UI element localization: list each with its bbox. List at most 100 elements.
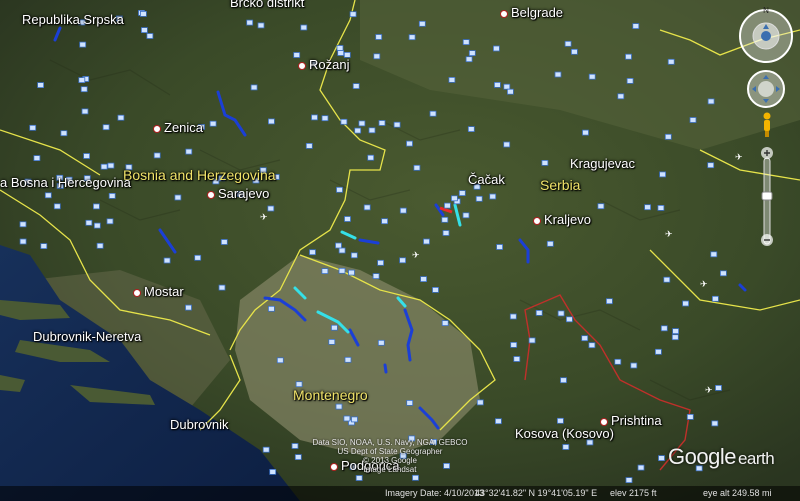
map-marker-icon[interactable] xyxy=(420,276,428,283)
map-marker-icon[interactable] xyxy=(338,247,346,254)
map-marker-icon[interactable] xyxy=(597,203,605,210)
map-marker-icon[interactable] xyxy=(218,284,226,291)
map-marker-icon[interactable] xyxy=(81,108,89,115)
map-marker-icon[interactable] xyxy=(399,257,407,264)
map-marker-icon[interactable] xyxy=(93,222,101,229)
label-cacak[interactable]: Čačak xyxy=(468,172,505,187)
map-marker-icon[interactable] xyxy=(146,33,154,39)
map-marker-icon[interactable] xyxy=(100,163,108,170)
map-marker-icon[interactable] xyxy=(657,204,665,211)
map-marker-icon[interactable] xyxy=(375,34,383,40)
map-marker-icon[interactable] xyxy=(343,415,351,422)
map-marker-icon[interactable] xyxy=(406,140,413,147)
map-marker-icon[interactable] xyxy=(541,159,549,166)
label-dubrovnik-neretva[interactable]: Dubrovnik-Neretva xyxy=(33,329,141,344)
map-marker-icon[interactable] xyxy=(711,420,719,427)
map-marker-icon[interactable] xyxy=(80,86,88,93)
label-kraljevo[interactable]: Kraljevo xyxy=(533,212,591,227)
map-marker-icon[interactable] xyxy=(663,276,671,283)
map-marker-icon[interactable] xyxy=(672,328,679,335)
map-marker-icon[interactable] xyxy=(441,320,449,327)
map-marker-icon[interactable] xyxy=(659,171,666,178)
map-marker-icon[interactable] xyxy=(106,218,114,225)
map-marker-icon[interactable] xyxy=(349,11,357,18)
map-marker-icon[interactable] xyxy=(321,115,329,122)
map-marker-icon[interactable] xyxy=(671,334,679,341)
map-marker-icon[interactable] xyxy=(465,56,473,63)
map-marker-icon[interactable] xyxy=(715,384,722,391)
zoom-in-icon[interactable] xyxy=(761,147,773,159)
map-marker-icon[interactable] xyxy=(506,88,514,95)
map-marker-icon[interactable] xyxy=(209,120,217,127)
map-marker-icon[interactable] xyxy=(710,251,718,258)
map-marker-icon[interactable] xyxy=(321,268,329,275)
map-marker-icon[interactable] xyxy=(494,418,502,425)
map-marker-icon[interactable] xyxy=(378,120,386,126)
map-marker-icon[interactable] xyxy=(163,257,171,264)
airport-icon[interactable]: ✈ xyxy=(665,229,673,239)
map-marker-icon[interactable] xyxy=(19,238,27,245)
map-marker-icon[interactable] xyxy=(546,240,554,247)
map-marker-icon[interactable] xyxy=(510,341,518,348)
map-marker-icon[interactable] xyxy=(625,53,632,60)
map-marker-icon[interactable] xyxy=(185,148,193,155)
map-marker-icon[interactable] xyxy=(467,126,475,132)
map-view[interactable]: ✈ ✈ ✈ ✈ ✈ ✈ Republika Srpska Brčko distrikt B… xyxy=(0,0,800,501)
label-kragujevac[interactable]: Kragujevac xyxy=(570,156,635,171)
map-marker-icon[interactable] xyxy=(300,24,308,31)
map-marker-icon[interactable] xyxy=(557,310,565,317)
map-marker-icon[interactable] xyxy=(29,124,37,131)
map-marker-icon[interactable] xyxy=(581,335,589,342)
map-marker-icon[interactable] xyxy=(442,230,450,236)
map-marker-icon[interactable] xyxy=(37,82,44,88)
label-prishtina[interactable]: Prishtina xyxy=(600,413,662,428)
map-marker-icon[interactable] xyxy=(79,41,87,48)
map-marker-icon[interactable] xyxy=(423,238,430,245)
map-marker-icon[interactable] xyxy=(458,190,466,197)
map-marker-icon[interactable] xyxy=(614,358,622,365)
map-marker-icon[interactable] xyxy=(93,203,100,210)
map-marker-icon[interactable] xyxy=(462,39,470,45)
airport-icon[interactable]: ✈ xyxy=(735,152,743,162)
label-sarajevo[interactable]: Sarajevo xyxy=(207,186,269,201)
map-marker-icon[interactable] xyxy=(377,339,385,346)
map-marker-icon[interactable] xyxy=(489,193,497,200)
map-marker-icon[interactable] xyxy=(53,203,61,210)
map-marker-icon[interactable] xyxy=(355,475,363,481)
label-mostar[interactable]: Mostar xyxy=(133,284,184,299)
map-marker-icon[interactable] xyxy=(350,252,358,259)
airport-icon[interactable]: ✈ xyxy=(700,279,708,289)
map-marker-icon[interactable] xyxy=(276,357,284,364)
map-marker-icon[interactable] xyxy=(102,124,110,131)
map-marker-icon[interactable] xyxy=(336,45,344,51)
map-marker-icon[interactable] xyxy=(503,83,511,90)
map-marker-icon[interactable] xyxy=(412,474,419,481)
map-marker-icon[interactable] xyxy=(40,243,48,250)
map-marker-icon[interactable] xyxy=(496,244,504,250)
map-marker-icon[interactable] xyxy=(509,313,517,320)
map-marker-icon[interactable] xyxy=(660,325,668,332)
map-marker-icon[interactable] xyxy=(720,270,727,277)
map-marker-icon[interactable] xyxy=(344,216,351,222)
label-serbia[interactable]: Serbia xyxy=(540,177,580,193)
map-marker-icon[interactable] xyxy=(617,93,625,100)
map-marker-icon[interactable] xyxy=(588,342,596,349)
map-marker-icon[interactable] xyxy=(19,221,27,228)
map-marker-icon[interactable] xyxy=(185,304,192,311)
map-marker-icon[interactable] xyxy=(60,130,68,137)
map-marker-icon[interactable] xyxy=(78,77,86,83)
map-marker-icon[interactable] xyxy=(655,348,662,355)
map-marker-icon[interactable] xyxy=(492,45,500,52)
map-marker-icon[interactable] xyxy=(712,295,719,302)
map-marker-icon[interactable] xyxy=(352,83,360,89)
map-marker-icon[interactable] xyxy=(689,117,697,123)
map-marker-icon[interactable] xyxy=(354,127,362,134)
map-marker-icon[interactable] xyxy=(291,443,299,449)
map-marker-icon[interactable] xyxy=(625,477,633,484)
map-marker-icon[interactable] xyxy=(348,269,355,276)
map-marker-icon[interactable] xyxy=(96,242,104,249)
map-marker-icon[interactable] xyxy=(267,205,275,212)
map-marker-icon[interactable] xyxy=(83,153,90,159)
map-marker-icon[interactable] xyxy=(311,114,318,121)
map-marker-icon[interactable] xyxy=(448,77,456,83)
